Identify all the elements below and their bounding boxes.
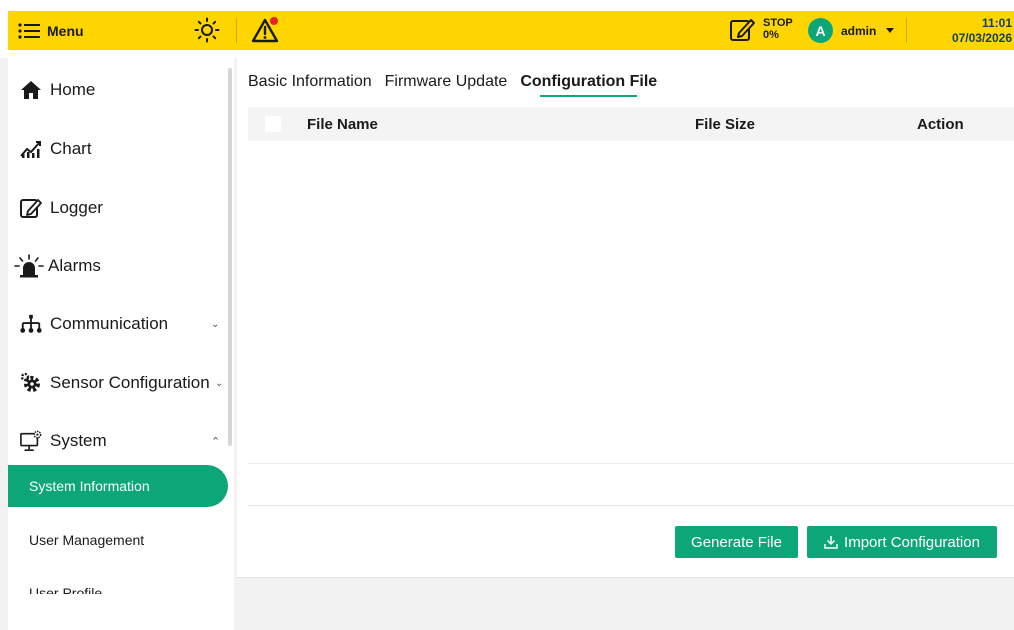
column-header-file-size[interactable]: File Size (695, 116, 755, 133)
edit-icon (20, 197, 42, 219)
status-percent: 0% (763, 29, 779, 41)
avatar: A (808, 18, 833, 43)
sidebar-item-label: Alarms (48, 256, 101, 275)
network-icon (20, 313, 42, 335)
sidebar-subitem-label: User Management (29, 532, 145, 548)
caret-down-icon (886, 28, 895, 33)
chevron-down-icon: ⌄ (211, 318, 220, 330)
import-configuration-label: Import Configuration (844, 533, 980, 551)
sidebar-item-sensor-configuration[interactable]: Sensor Configuration ⌄ (8, 363, 230, 403)
brightness-icon[interactable] (194, 17, 220, 43)
tab-bar: Basic Information Firmware Update Config… (248, 73, 657, 97)
sidebar-subitem-user-management[interactable]: User Management (8, 519, 228, 561)
sidebar-item-home[interactable]: Home (8, 70, 230, 110)
monitor-gear-icon (20, 430, 42, 452)
home-icon (20, 79, 42, 101)
download-icon (824, 536, 838, 549)
sidebar-scrollbar[interactable] (228, 68, 232, 446)
header-divider (236, 18, 237, 43)
alert-warning-icon[interactable] (251, 16, 281, 44)
sidebar-item-label: Home (50, 80, 96, 99)
status-label: STOP (763, 17, 793, 29)
sidebar-item-communication[interactable]: Communication ⌄ (8, 304, 230, 344)
hamburger-icon (18, 22, 40, 39)
chevron-up-icon: ⌃ (211, 435, 221, 448)
sidebar-item-label: Sensor Configuration (50, 373, 210, 392)
clock: 11:01 07/03/2026 (952, 16, 1012, 46)
table-header: File Name File Size Action (248, 107, 1014, 141)
footer-divider (248, 505, 1014, 506)
column-header-file-name[interactable]: File Name (307, 116, 378, 133)
sidebar-item-alarms[interactable]: Alarms (8, 246, 230, 286)
tab-configuration-file[interactable]: Configuration File (520, 73, 657, 97)
select-all-checkbox[interactable] (265, 116, 281, 132)
sidebar-item-label: Chart (50, 139, 92, 158)
sidebar-subitem-label: System Information (29, 478, 150, 494)
chart-icon (20, 138, 42, 160)
sidebar-subitem-user-profile[interactable]: User Profile (8, 573, 228, 594)
clock-time: 11:01 (981, 16, 1012, 30)
header-divider (906, 18, 907, 43)
top-bar: Menu STOP 0% A admin 11:01 07/03/2026 (0, 0, 1014, 58)
clock-date: 07/03/2026 (951, 31, 1012, 45)
username: admin (841, 23, 877, 38)
header-bar: Menu STOP 0% A admin 11:01 07/03/2026 (8, 11, 1014, 50)
menu-button[interactable]: Menu (18, 11, 84, 50)
generate-file-label: Generate File (691, 533, 782, 551)
user-menu[interactable]: A admin (808, 17, 895, 44)
alarm-icon (14, 254, 44, 278)
tab-firmware-update[interactable]: Firmware Update (385, 73, 508, 97)
sidebar-item-label: Communication (50, 314, 169, 333)
sidebar-subitem-label: User Profile (29, 585, 103, 594)
import-configuration-button[interactable]: Import Configuration (807, 526, 997, 558)
sidebar-item-label: Logger (50, 198, 103, 217)
run-status[interactable]: STOP 0% (725, 14, 797, 47)
sidebar: Home Chart Logger Alarms Communication ⌄… (8, 58, 234, 630)
edit-status-icon (730, 19, 755, 41)
chevron-down-icon: ⌄ (215, 377, 224, 389)
sidebar-item-logger[interactable]: Logger (8, 188, 230, 228)
main-panel: Basic Information Firmware Update Config… (237, 58, 1014, 578)
gears-icon (20, 372, 42, 394)
column-header-action: Action (917, 116, 964, 133)
sidebar-item-system[interactable]: System ⌃ (8, 421, 230, 461)
sidebar-item-chart[interactable]: Chart (8, 129, 230, 169)
generate-file-button[interactable]: Generate File (675, 526, 798, 558)
sidebar-subitem-system-information[interactable]: System Information (8, 465, 228, 507)
table-bottom-divider (248, 463, 1014, 464)
menu-label: Menu (47, 22, 84, 39)
tab-basic-information[interactable]: Basic Information (248, 73, 372, 97)
sidebar-item-label: System (50, 431, 107, 450)
